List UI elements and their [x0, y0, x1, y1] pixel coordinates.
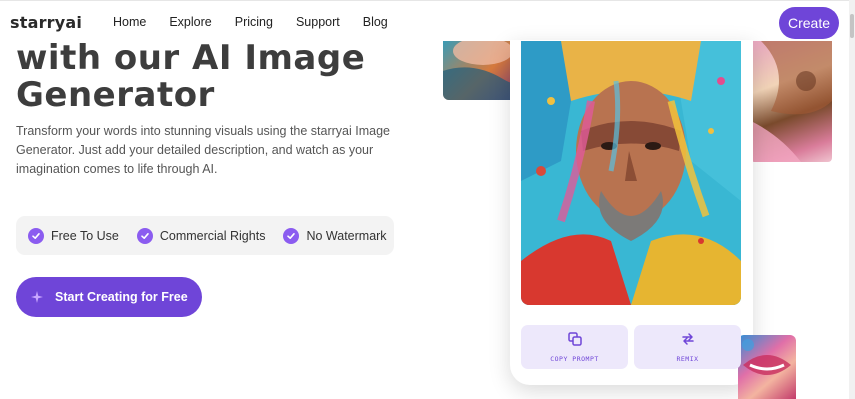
feature-free-to-use: Free To Use — [28, 227, 119, 244]
copy-prompt-button[interactable]: COPY PROMPT — [521, 325, 628, 369]
page-scrollbar[interactable] — [849, 0, 855, 399]
check-circle-icon — [283, 227, 300, 244]
check-circle-icon — [136, 227, 153, 244]
remix-button[interactable]: REMIX — [634, 325, 741, 369]
feature-badges: Free To Use Commercial Rights No Waterma… — [16, 216, 394, 255]
copy-prompt-label: COPY PROMPT — [550, 355, 599, 363]
create-button[interactable]: Create — [779, 7, 839, 39]
cta-label: Start Creating for Free — [55, 290, 188, 304]
nav-links: Home Explore Pricing Support Blog — [113, 15, 411, 29]
nav-link-home[interactable]: Home — [113, 15, 146, 29]
feature-no-watermark: No Watermark — [283, 227, 387, 244]
sample-image-top-right — [751, 41, 832, 162]
starryai-logo[interactable]: starryai — [10, 13, 82, 32]
nav-link-blog[interactable]: Blog — [363, 15, 388, 29]
hero-headline: with our AI Image Generator — [16, 40, 365, 114]
feature-label: Free To Use — [51, 228, 119, 243]
start-creating-button[interactable]: Start Creating for Free — [16, 277, 202, 317]
copy-icon — [567, 331, 582, 350]
feature-label: No Watermark — [306, 228, 387, 243]
feature-label: Commercial Rights — [159, 228, 266, 243]
check-circle-icon — [28, 227, 44, 244]
generated-portrait-image — [521, 41, 741, 305]
nav-link-pricing[interactable]: Pricing — [235, 15, 273, 29]
sparkle-icon — [31, 291, 43, 303]
headline-line-2: Generator — [16, 75, 215, 115]
sample-image-bottom-right — [738, 335, 796, 399]
nav-link-explore[interactable]: Explore — [169, 15, 211, 29]
remix-icon — [681, 331, 695, 350]
feature-commercial-rights: Commercial Rights — [136, 227, 266, 244]
nav-link-support[interactable]: Support — [296, 15, 340, 29]
scrollbar-thumb[interactable] — [850, 14, 854, 38]
hero-description: Transform your words into stunning visua… — [16, 124, 391, 176]
headline-line-1: with our AI Image — [16, 38, 366, 78]
remix-label: REMIX — [676, 355, 699, 363]
